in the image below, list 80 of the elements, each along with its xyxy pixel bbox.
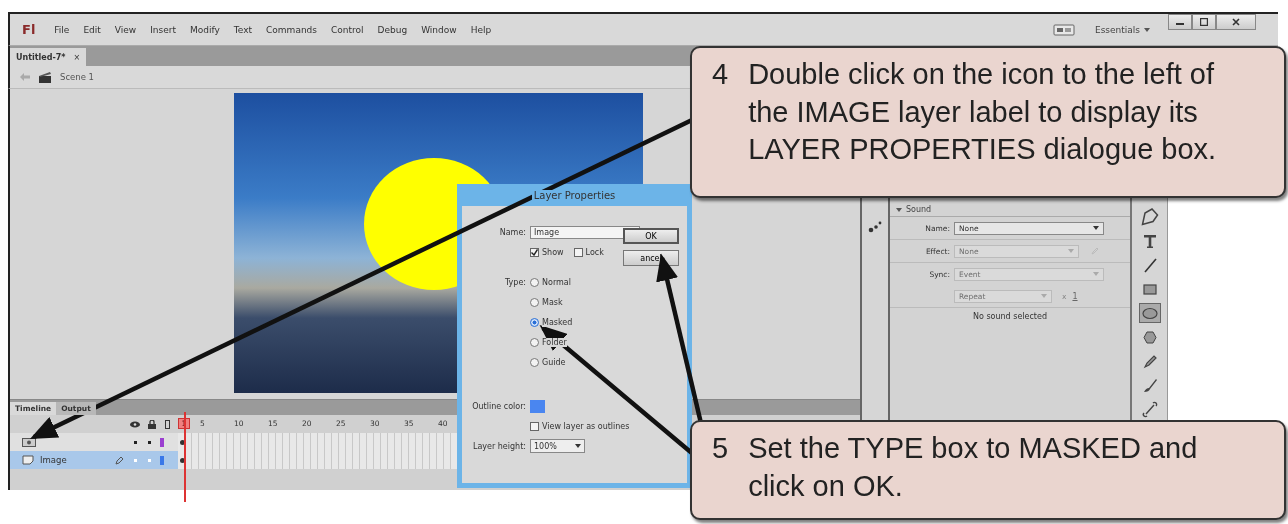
menu-item[interactable]: Text <box>226 20 260 39</box>
menu-item[interactable]: Modify <box>183 20 227 39</box>
close-button[interactable] <box>1216 14 1256 30</box>
polystar-icon <box>1140 328 1159 346</box>
eye-icon <box>130 420 140 428</box>
mask-layer-icon[interactable] <box>22 437 36 447</box>
field-label: Outline color: <box>471 401 526 411</box>
edit-pencil-icon <box>1091 247 1099 255</box>
checkbox-label[interactable]: View layer as outlines <box>542 421 630 431</box>
outline-icon <box>165 419 170 429</box>
checkbox-label[interactable]: Lock <box>585 247 604 257</box>
lock-icon <box>148 419 156 429</box>
caret-icon <box>1093 272 1099 276</box>
layer-name[interactable]: Image <box>40 455 67 465</box>
menu-item[interactable]: File <box>47 20 77 39</box>
radio-label[interactable]: Mask <box>542 297 563 307</box>
layer-height-dropdown[interactable]: 100% <box>530 439 585 453</box>
dialog-title: Layer Properties <box>531 189 618 201</box>
maximize-button[interactable] <box>1192 14 1216 30</box>
collapse-caret-icon[interactable] <box>896 207 902 212</box>
document-tab[interactable]: Untitled-7* × <box>10 48 87 66</box>
radio-button[interactable] <box>530 297 539 307</box>
status-message: No sound selected <box>972 312 1048 321</box>
menu-item[interactable]: View <box>107 20 144 39</box>
radio-button[interactable] <box>530 277 539 287</box>
outline-color-swatch[interactable] <box>530 399 545 413</box>
field-label: Name: <box>498 227 526 237</box>
document-title: Untitled-7* <box>16 52 66 62</box>
keyframe-icon <box>180 457 185 463</box>
caret-icon <box>575 444 581 448</box>
section-title[interactable]: Sound <box>906 205 932 214</box>
dialog-button[interactable]: ancel <box>623 250 679 266</box>
bone-icon <box>1140 400 1159 418</box>
outline-color-swatch[interactable] <box>160 437 164 447</box>
tab-close-button[interactable]: × <box>73 52 81 62</box>
caret-icon <box>1093 226 1099 230</box>
checkbox[interactable] <box>573 247 583 257</box>
app-logo: Fl <box>22 22 36 37</box>
checkbox[interactable] <box>530 421 539 431</box>
step-number: 4 <box>712 57 729 92</box>
checkmark-icon <box>531 248 538 256</box>
close-icon <box>1232 18 1240 26</box>
radio-button[interactable] <box>530 357 539 367</box>
caret-icon <box>1068 249 1074 253</box>
menu-item[interactable]: Control <box>324 20 371 39</box>
radio-label[interactable]: Normal <box>542 277 571 287</box>
menu-item[interactable]: Debug <box>370 20 415 39</box>
clapperboard-icon <box>38 71 52 83</box>
oval-tool-button[interactable] <box>1138 303 1161 323</box>
checkbox-label[interactable]: Show <box>542 247 564 257</box>
keyframe-icon <box>180 439 185 445</box>
caret-icon <box>1041 294 1047 298</box>
menu-item[interactable]: Insert <box>143 20 184 39</box>
instruction-text: Double click on the icon to the left of the IMAGE layer label to display its LAYER PROPERTIES dialogue box. <box>748 57 1218 168</box>
radio-label[interactable]: Guide <box>542 357 566 367</box>
step-number: 5 <box>712 431 729 466</box>
dialog-button[interactable]: OK <box>623 228 679 244</box>
caret-icon <box>1144 27 1150 32</box>
maximize-icon <box>1200 18 1208 26</box>
radio-button[interactable] <box>530 337 539 347</box>
menu-item[interactable]: Commands <box>259 20 324 39</box>
dots-icon[interactable] <box>868 221 882 233</box>
layer-row[interactable]: Image <box>10 451 178 469</box>
outline-color-swatch[interactable] <box>160 455 164 465</box>
checkbox[interactable] <box>530 247 539 257</box>
sync-settings-icon[interactable] <box>1052 23 1075 36</box>
scene-label[interactable]: Scene 1 <box>60 72 95 82</box>
workspace-switcher[interactable]: Essentials <box>1088 23 1156 36</box>
minimize-button[interactable] <box>1168 14 1192 30</box>
menu-item[interactable]: Help <box>463 20 499 39</box>
layer-row[interactable] <box>10 433 178 451</box>
field-label: Layer height: <box>471 441 526 451</box>
field-label: Type: <box>503 277 526 287</box>
instruction-text: Set the TYPE box to MASKED and click on OK. <box>748 431 1199 504</box>
layer-icon[interactable] <box>22 455 34 465</box>
menu-item[interactable]: Window <box>414 20 464 39</box>
radio-button[interactable] <box>530 317 539 327</box>
radio-label[interactable]: Folder <box>542 337 567 347</box>
radio-label[interactable]: Masked <box>542 317 573 327</box>
menu-item[interactable]: Edit <box>76 20 108 39</box>
